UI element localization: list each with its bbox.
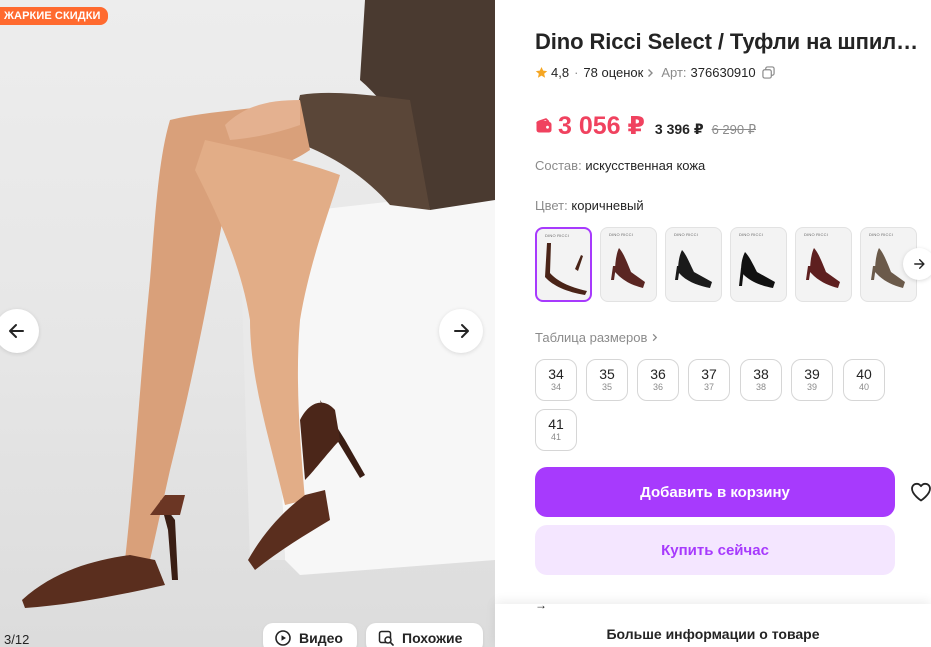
size-value: 39: [804, 366, 820, 382]
swatch-brown[interactable]: DINO RICCI: [535, 227, 592, 302]
price-row: 3 056 ₽ 3 396 ₽ 6 290 ₽: [535, 111, 756, 141]
size-sub: 34: [550, 382, 561, 392]
more-info-panel[interactable]: → Больше информации о товаре: [495, 598, 931, 647]
price-old: 6 290 ₽: [711, 122, 756, 137]
video-button[interactable]: Видео: [263, 623, 357, 647]
size-value: 38: [753, 366, 769, 382]
size-sub: 37: [703, 382, 714, 392]
article-label: Арт:: [661, 65, 687, 80]
add-to-cart-button[interactable]: Добавить в корзину: [535, 467, 895, 517]
color-row: Цвет: коричневый: [535, 198, 644, 213]
color-label: Цвет:: [535, 198, 568, 213]
shoe-thumbnail: [675, 250, 712, 288]
size-sub: 40: [858, 382, 869, 392]
wallet-icon: [536, 118, 552, 133]
size-option[interactable]: 36 36: [637, 359, 679, 401]
size-option[interactable]: 40 40: [843, 359, 885, 401]
price-current: 3 056 ₽: [558, 112, 645, 140]
chevron-right-icon: [653, 333, 658, 342]
size-sub: 38: [755, 382, 766, 392]
video-label: Видео: [299, 630, 343, 646]
size-option[interactable]: 37 37: [688, 359, 730, 401]
swatch-brand: DINO RICCI: [609, 232, 633, 237]
image-search-icon: [378, 630, 394, 646]
size-sub: 39: [806, 382, 817, 392]
product-title: Dino Ricci Select / Туфли на шпил…: [535, 29, 919, 54]
arrow-right-icon: [914, 259, 925, 269]
star-icon: [535, 66, 548, 78]
gallery-next-button[interactable]: [439, 309, 483, 353]
swatch-burgundy[interactable]: DINO RICCI: [600, 227, 657, 302]
size-table-link[interactable]: Таблица размеров: [535, 330, 659, 345]
swatch-brand: DINO RICCI: [869, 232, 893, 237]
copy-icon[interactable]: [761, 66, 775, 79]
buy-now-button[interactable]: Купить сейчас: [535, 525, 895, 575]
swatch-wine[interactable]: DINO RICCI: [795, 227, 852, 302]
size-value: 36: [650, 366, 666, 382]
size-option[interactable]: 38 38: [740, 359, 782, 401]
heart-icon[interactable]: [909, 480, 931, 504]
product-meta: 4,8 · 78 оценок Арт: 376630910: [535, 65, 775, 80]
size-value: 41: [548, 416, 564, 432]
composition-value: искусственная кожа: [585, 158, 706, 173]
size-sub: 41: [550, 432, 561, 442]
article-number: 376630910: [690, 65, 756, 80]
product-photo: [22, 0, 495, 608]
swatch-black-patent[interactable]: DINO RICCI: [665, 227, 722, 302]
chevron-right-icon: [648, 68, 654, 77]
size-option[interactable]: 34 34: [535, 359, 577, 401]
size-value: 37: [701, 366, 717, 382]
shoe-thumbnail: [545, 243, 587, 295]
swatches-next-button[interactable]: [903, 248, 931, 280]
more-info-label: Больше информации о товаре: [606, 626, 820, 642]
composition-label: Состав:: [535, 158, 582, 173]
price-without-wallet: 3 396 ₽: [654, 121, 704, 137]
swatch-brand: DINO RICCI: [545, 233, 569, 238]
size-sub: 35: [601, 382, 612, 392]
arrow-right-icon: [454, 324, 469, 338]
shoe-thumbnail: [806, 248, 840, 288]
image-counter: 3/12: [4, 632, 30, 647]
size-value: 34: [548, 366, 564, 382]
color-value: коричневый: [571, 198, 644, 213]
size-option[interactable]: 35 35: [586, 359, 628, 401]
shoe-thumbnail: [611, 248, 645, 288]
product-gallery: ЖАРКИЕ СКИДКИ 3/12 Видео Похожие: [0, 0, 495, 647]
play-icon: [275, 630, 291, 646]
size-option[interactable]: 41 41: [535, 409, 577, 451]
composition-row: Состав: искусственная кожа: [535, 158, 705, 173]
similar-button[interactable]: Похожие: [366, 623, 483, 647]
promo-badge: ЖАРКИЕ СКИДКИ: [0, 7, 108, 25]
size-value: 40: [856, 366, 872, 382]
swatch-brand: DINO RICCI: [739, 232, 763, 237]
color-swatches: DINO RICCI DINO RICCI DINO RICCI DINO RI…: [535, 227, 931, 303]
meta-dot: ·: [574, 65, 579, 80]
swatch-brand: DINO RICCI: [804, 232, 828, 237]
size-value: 35: [599, 366, 615, 382]
size-sub: 36: [652, 382, 663, 392]
swatch-black[interactable]: DINO RICCI: [730, 227, 787, 302]
product-info: Dino Ricci Select / Туфли на шпил… 4,8 ·…: [535, 0, 931, 647]
arrow-right-icon: →: [535, 598, 547, 612]
reviews-link[interactable]: 78 оценок: [583, 65, 643, 80]
rating-value: 4,8: [551, 65, 570, 80]
swatch-brand: DINO RICCI: [674, 232, 698, 237]
shoe-thumbnail: [739, 252, 775, 288]
size-table-label: Таблица размеров: [535, 330, 648, 345]
similar-label: Похожие: [402, 630, 463, 646]
arrow-left-icon: [9, 324, 24, 338]
size-option[interactable]: 39 39: [791, 359, 833, 401]
